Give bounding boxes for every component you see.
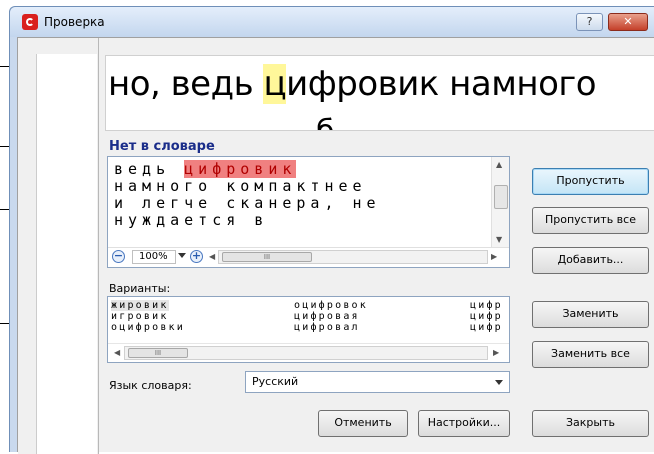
- suggestions-label: Варианты:: [109, 282, 171, 295]
- suggestions-scroll-right-icon[interactable]: ▶: [493, 348, 499, 357]
- app-logo-icon: [22, 14, 38, 30]
- replace-all-button[interactable]: Заменить все: [532, 341, 649, 368]
- context-highlight: ц: [263, 64, 287, 104]
- scroll-left-icon[interactable]: ◀: [209, 252, 215, 261]
- left-panel-inner: [36, 54, 97, 454]
- dictionary-language-value: Русский: [252, 375, 299, 388]
- editor-horizontal-thumb[interactable]: III: [222, 252, 312, 262]
- title-bar[interactable]: Проверка ? ✕: [10, 7, 654, 37]
- editor-horizontal-scrollbar[interactable]: III: [218, 250, 488, 264]
- suggestions-horizontal-thumb[interactable]: III: [128, 348, 188, 358]
- zoom-out-icon[interactable]: −: [112, 250, 125, 263]
- window-title: Проверка: [44, 15, 105, 29]
- context-before: но, ведь: [108, 64, 264, 104]
- suggestion-item[interactable]: жировик: [111, 300, 169, 311]
- suggestions-column-2: оцифровок цифровая цифровал: [294, 300, 368, 333]
- suggestions-column-1: жировик игровик оцифровки: [111, 300, 185, 333]
- close-button[interactable]: Закрыть: [532, 410, 649, 437]
- scroll-up-icon[interactable]: ▲: [496, 160, 502, 169]
- editor-line-4: нуждается в: [114, 211, 269, 229]
- zoom-select[interactable]: 100%: [132, 250, 176, 264]
- suggestions-scroll-left-icon[interactable]: ◀: [114, 348, 120, 357]
- dialog-body: но, ведь цифровик намного б Нет в словар…: [17, 37, 654, 454]
- editor-vertical-thumb[interactable]: [494, 185, 508, 209]
- context-after: ифровик намного: [286, 64, 597, 104]
- left-panel: [18, 38, 99, 454]
- editor-line-1-pre: ведь: [114, 160, 185, 178]
- suggestion-item[interactable]: цифр: [470, 300, 503, 311]
- skip-all-button[interactable]: Пропустить все: [532, 207, 649, 234]
- zoom-in-icon[interactable]: +: [190, 250, 203, 263]
- context-preview: но, ведь цифровик намного б: [105, 55, 654, 131]
- suggestion-item[interactable]: цифровал: [294, 322, 360, 333]
- add-to-dictionary-button[interactable]: Добавить...: [532, 247, 649, 274]
- help-button[interactable]: ?: [576, 13, 603, 31]
- dictionary-language-label: Язык словаря:: [109, 379, 192, 392]
- editor-line-3: и легче сканера, не: [114, 194, 381, 212]
- skip-button[interactable]: Пропустить: [532, 168, 649, 195]
- editor-toolbar: − 100% + ◀ III ▶: [108, 247, 509, 267]
- context-text: но, ведь цифровик намного: [108, 64, 597, 104]
- text-editor[interactable]: ведь цифровик намного компактнее и легче…: [107, 156, 510, 268]
- settings-button[interactable]: Настройки...: [418, 410, 510, 437]
- suggestion-item[interactable]: цифр: [470, 311, 503, 322]
- scroll-down-icon[interactable]: ▼: [496, 235, 502, 244]
- suggestions-scroll-area: ◀ III ▶: [108, 343, 509, 362]
- dictionary-language-select[interactable]: Русский: [245, 371, 510, 393]
- suggestions-list[interactable]: жировик игровик оцифровки оцифровок цифр…: [107, 296, 510, 363]
- suggestions-horizontal-scrollbar[interactable]: III: [124, 346, 488, 360]
- spellcheck-dialog: Проверка ? ✕ но, ведь цифровик намного б…: [9, 6, 654, 454]
- suggestion-item[interactable]: цифровая: [294, 311, 360, 322]
- editor-text[interactable]: ведь цифровик намного компактнее и легче…: [114, 160, 381, 229]
- replace-button[interactable]: Заменить: [532, 301, 649, 328]
- editor-vertical-scrollbar[interactable]: ▲ ▼: [491, 157, 509, 249]
- chevron-down-icon[interactable]: [495, 380, 503, 385]
- scroll-right-icon[interactable]: ▶: [491, 252, 497, 261]
- suggestions-column-3: цифр цифр цифр: [470, 300, 503, 333]
- context-next-line: б: [316, 114, 335, 130]
- suggestion-item[interactable]: оцифровки: [111, 322, 185, 333]
- suggestion-item[interactable]: игровик: [111, 311, 169, 322]
- editor-line-2: намного компактнее: [114, 177, 367, 195]
- undo-button[interactable]: Отменить: [318, 410, 408, 437]
- close-window-button[interactable]: ✕: [608, 13, 648, 31]
- not-in-dictionary-label: Нет в словаре: [109, 139, 215, 154]
- suggestion-item[interactable]: оцифровок: [294, 300, 368, 311]
- suggestion-item[interactable]: цифр: [470, 322, 503, 333]
- zoom-dropdown-icon[interactable]: [178, 253, 186, 258]
- misspelled-word[interactable]: цифровик: [184, 160, 297, 178]
